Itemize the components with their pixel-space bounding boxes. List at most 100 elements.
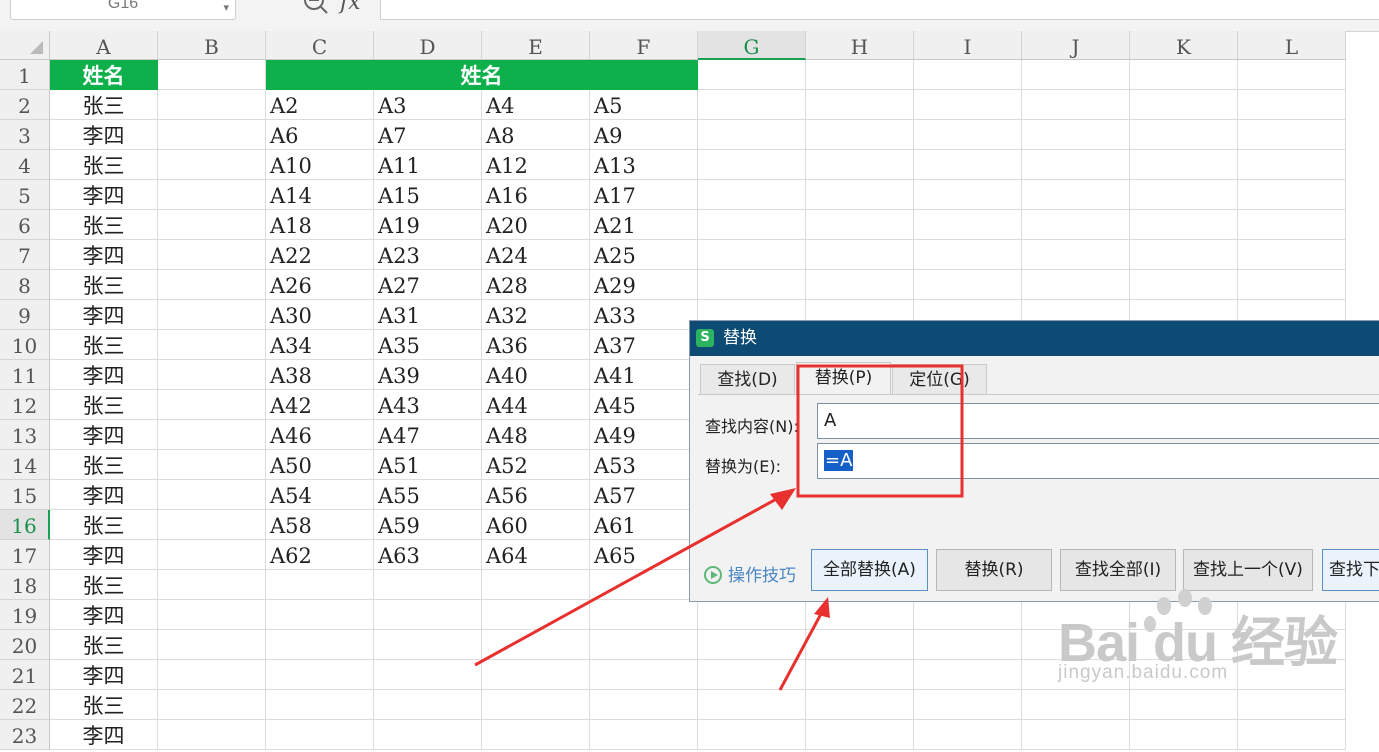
cell-c14[interactable]: A50 xyxy=(266,450,374,480)
cell-f6[interactable]: A21 xyxy=(590,210,698,240)
cell-e11[interactable]: A40 xyxy=(482,360,590,390)
row-header-3[interactable]: 3 xyxy=(0,120,50,150)
cell-d23[interactable] xyxy=(374,720,482,750)
cell-h7[interactable] xyxy=(806,240,914,270)
cell-d3[interactable]: A7 xyxy=(374,120,482,150)
cell-f23[interactable] xyxy=(590,720,698,750)
cell-e12[interactable]: A44 xyxy=(482,390,590,420)
cell-e15[interactable]: A56 xyxy=(482,480,590,510)
row-header-21[interactable]: 21 xyxy=(0,660,50,690)
replace-all-button[interactable]: 全部替换(A) xyxy=(811,549,928,591)
cell-a14[interactable]: 张三 xyxy=(50,450,158,480)
row-header-2[interactable]: 2 xyxy=(0,90,50,120)
cell-b16[interactable] xyxy=(158,510,266,540)
cell-f15[interactable]: A57 xyxy=(590,480,698,510)
cell-c11[interactable]: A38 xyxy=(266,360,374,390)
cell-f10[interactable]: A37 xyxy=(590,330,698,360)
cell-c12[interactable]: A42 xyxy=(266,390,374,420)
cell-e22[interactable] xyxy=(482,690,590,720)
cell-f3[interactable]: A9 xyxy=(590,120,698,150)
cell-j5[interactable] xyxy=(1022,180,1130,210)
cell-h5[interactable] xyxy=(806,180,914,210)
cell-e6[interactable]: A20 xyxy=(482,210,590,240)
cell-k4[interactable] xyxy=(1130,150,1238,180)
cell-b10[interactable] xyxy=(158,330,266,360)
column-header-g[interactable]: G xyxy=(698,31,806,60)
cell-a12[interactable]: 张三 xyxy=(50,390,158,420)
cell-c16[interactable]: A58 xyxy=(266,510,374,540)
cell-b23[interactable] xyxy=(158,720,266,750)
select-all-corner[interactable] xyxy=(0,31,50,60)
cell-d10[interactable]: A35 xyxy=(374,330,482,360)
cell-l5[interactable] xyxy=(1238,180,1346,210)
cell-b6[interactable] xyxy=(158,210,266,240)
cell-h4[interactable] xyxy=(806,150,914,180)
column-header-j[interactable]: J xyxy=(1022,31,1130,60)
cell-d15[interactable]: A55 xyxy=(374,480,482,510)
row-header-11[interactable]: 11 xyxy=(0,360,50,390)
cell-e9[interactable]: A32 xyxy=(482,300,590,330)
cell-c6[interactable]: A18 xyxy=(266,210,374,240)
row-header-15[interactable]: 15 xyxy=(0,480,50,510)
cell-a20[interactable]: 张三 xyxy=(50,630,158,660)
cell-d21[interactable] xyxy=(374,660,482,690)
cell-f5[interactable]: A17 xyxy=(590,180,698,210)
cell-g3[interactable] xyxy=(698,120,806,150)
cell-b9[interactable] xyxy=(158,300,266,330)
fx-icon[interactable]: fx xyxy=(340,0,361,15)
tab-goto[interactable]: 定位(G) xyxy=(892,364,987,395)
find-all-button[interactable]: 查找全部(I) xyxy=(1060,549,1176,591)
cell-d2[interactable]: A3 xyxy=(374,90,482,120)
cell-a16[interactable]: 张三 xyxy=(50,510,158,540)
cell-g4[interactable] xyxy=(698,150,806,180)
cell-c17[interactable]: A62 xyxy=(266,540,374,570)
cell-i6[interactable] xyxy=(914,210,1022,240)
cell-b4[interactable] xyxy=(158,150,266,180)
cell-i4[interactable] xyxy=(914,150,1022,180)
cell-e7[interactable]: A24 xyxy=(482,240,590,270)
cell-a19[interactable]: 李四 xyxy=(50,600,158,630)
cell-a3[interactable]: 李四 xyxy=(50,120,158,150)
row-header-1[interactable]: 1 xyxy=(0,60,50,90)
column-header-c[interactable]: C xyxy=(266,31,374,60)
cell-j7[interactable] xyxy=(1022,240,1130,270)
cell-j4[interactable] xyxy=(1022,150,1130,180)
cell-c4[interactable]: A10 xyxy=(266,150,374,180)
row-header-8[interactable]: 8 xyxy=(0,270,50,300)
cell-d6[interactable]: A19 xyxy=(374,210,482,240)
cell-l22[interactable] xyxy=(1238,690,1346,720)
row-header-14[interactable]: 14 xyxy=(0,450,50,480)
cell-a17[interactable]: 李四 xyxy=(50,540,158,570)
cell-l6[interactable] xyxy=(1238,210,1346,240)
cell-c9[interactable]: A30 xyxy=(266,300,374,330)
cell-d16[interactable]: A59 xyxy=(374,510,482,540)
cell-b7[interactable] xyxy=(158,240,266,270)
cell-h19[interactable] xyxy=(806,600,914,630)
cell-d14[interactable]: A51 xyxy=(374,450,482,480)
cell-d17[interactable]: A63 xyxy=(374,540,482,570)
cell-b22[interactable] xyxy=(158,690,266,720)
cell-h3[interactable] xyxy=(806,120,914,150)
cell-b3[interactable] xyxy=(158,120,266,150)
cell-h6[interactable] xyxy=(806,210,914,240)
name-box[interactable]: G16 ▾ xyxy=(10,0,236,20)
cell-f4[interactable]: A13 xyxy=(590,150,698,180)
cell-c10[interactable]: A34 xyxy=(266,330,374,360)
cell-e14[interactable]: A52 xyxy=(482,450,590,480)
cell-f11[interactable]: A41 xyxy=(590,360,698,390)
cell-g21[interactable] xyxy=(698,660,806,690)
cell-a18[interactable]: 张三 xyxy=(50,570,158,600)
cell-i2[interactable] xyxy=(914,90,1022,120)
cell-a5[interactable]: 李四 xyxy=(50,180,158,210)
cell-k22[interactable] xyxy=(1130,690,1238,720)
cell-d4[interactable]: A11 xyxy=(374,150,482,180)
cell-a15[interactable]: 李四 xyxy=(50,480,158,510)
cell-b17[interactable] xyxy=(158,540,266,570)
cell-e8[interactable]: A28 xyxy=(482,270,590,300)
cell-c15[interactable]: A54 xyxy=(266,480,374,510)
cell-a22[interactable]: 张三 xyxy=(50,690,158,720)
cell-f14[interactable]: A53 xyxy=(590,450,698,480)
cell-c8[interactable]: A26 xyxy=(266,270,374,300)
cell-d19[interactable] xyxy=(374,600,482,630)
cell-d8[interactable]: A27 xyxy=(374,270,482,300)
